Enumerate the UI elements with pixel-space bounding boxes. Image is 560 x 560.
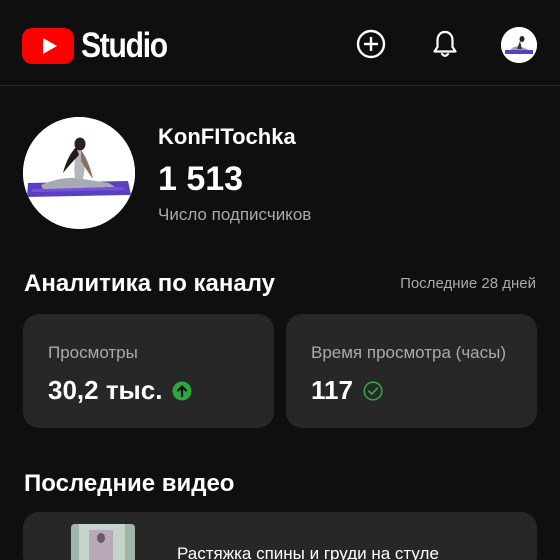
video-list-item[interactable]: Растяжка спины и груди на стуле (23, 512, 537, 560)
channel-avatar-image (23, 117, 135, 229)
add-circle-icon[interactable] (355, 28, 387, 60)
watch-time-card[interactable]: Время просмотра (часы) 117 (286, 314, 537, 428)
watch-time-label: Время просмотра (часы) (311, 343, 507, 362)
analytics-section-title: Аналитика по каналу (24, 270, 276, 297)
top-bar: Studio (0, 0, 560, 86)
youtube-play-icon (22, 28, 74, 64)
views-value: 30,2 тыс. (48, 375, 163, 405)
youtube-studio-logo[interactable]: Studio (22, 26, 181, 66)
recent-videos-title: Последние видео (24, 470, 235, 497)
video-thumbnail (71, 524, 135, 560)
channel-avatar[interactable] (23, 117, 135, 229)
views-card[interactable]: Просмотры 30,2 тыс. (23, 314, 274, 428)
arrow-up-circle-icon (172, 381, 192, 400)
views-value-row: 30,2 тыс. (48, 375, 192, 406)
watch-time-value: 117 (311, 375, 353, 405)
channel-name: KonFITochka (158, 124, 296, 149)
logo-text: Studio (81, 26, 168, 65)
avatar[interactable] (501, 27, 537, 63)
check-circle-icon (363, 380, 383, 401)
subscriber-count-label: Число подписчиков (158, 205, 312, 224)
video-thumbnail-image (71, 524, 135, 560)
watch-time-value-row: 117 (311, 375, 383, 406)
views-label: Просмотры (48, 343, 138, 362)
analytics-date-range: Последние 28 дней (400, 275, 536, 292)
video-title: Растяжка спины и груди на стуле (177, 544, 439, 560)
bell-icon[interactable] (429, 28, 461, 60)
account-avatar-image (501, 27, 537, 63)
subscriber-count: 1 513 (158, 160, 244, 198)
